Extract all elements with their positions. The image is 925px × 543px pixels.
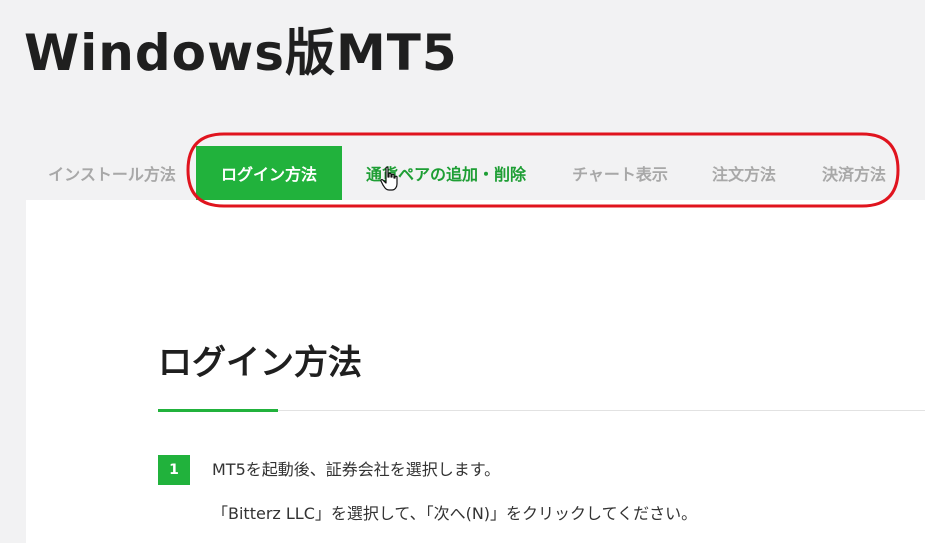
tab-bar: インストール方法 ログイン方法 通貨ペアの追加・削除 チャート表示 注文方法 決…: [28, 146, 910, 200]
page-title: Windows版MT5: [24, 24, 458, 82]
step-text-line: 「Bitterz LLC」を選択して、「次へ(N)」をクリックしてください。: [212, 504, 698, 523]
step-text-line: MT5を起動後、証券会社を選択します。: [212, 460, 501, 479]
tab-login[interactable]: ログイン方法: [196, 146, 342, 200]
content-panel: ログイン方法 1 MT5を起動後、証券会社を選択します。 「Bitterz LL…: [26, 200, 925, 543]
tab-currency-pairs[interactable]: 通貨ペアの追加・削除: [342, 146, 550, 200]
title-accent-underline: [158, 409, 278, 412]
tab-order-method[interactable]: 注文方法: [690, 146, 798, 200]
tab-install[interactable]: インストール方法: [28, 146, 196, 200]
tab-chart-display[interactable]: チャート表示: [550, 146, 690, 200]
section-title: ログイン方法: [158, 343, 362, 383]
step-number-badge: 1: [158, 455, 190, 485]
tab-settlement-method[interactable]: 決済方法: [798, 146, 910, 200]
